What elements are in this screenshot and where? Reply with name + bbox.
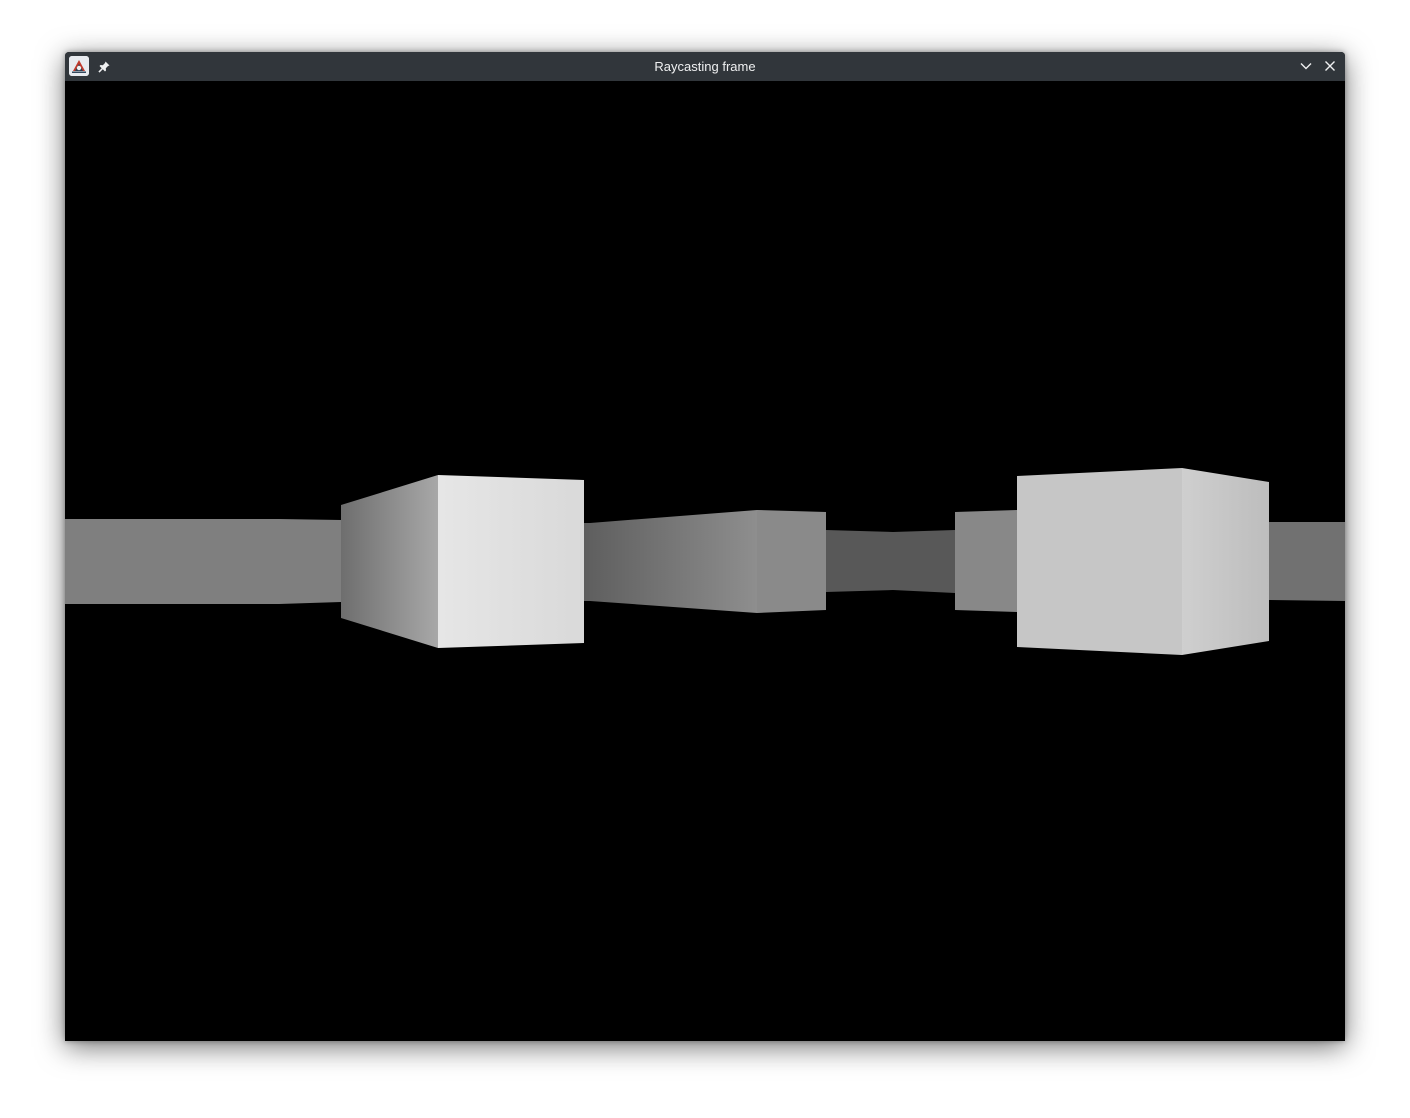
title-bar[interactable]: Raycasting frame [65, 52, 1345, 81]
wall-far-left [65, 519, 341, 604]
java-app-icon[interactable] [69, 56, 89, 76]
wall-corridor-far [826, 530, 955, 593]
wall-right-block-front [1017, 468, 1182, 655]
wall-corridor-left [584, 510, 757, 613]
wall-right-block-side [1182, 468, 1269, 655]
raycasting-canvas[interactable] [65, 81, 1345, 1041]
wall-left-block-side [341, 475, 438, 648]
wall-far-right [1269, 522, 1345, 601]
app-window: Raycasting frame [65, 52, 1345, 1041]
close-icon[interactable] [1322, 58, 1338, 74]
wall-left-block-front [438, 475, 584, 648]
chevron-down-icon[interactable] [1298, 58, 1314, 74]
wall-corridor-right [955, 510, 1017, 612]
window-title: Raycasting frame [654, 59, 756, 74]
pin-icon[interactable] [97, 59, 111, 73]
raycast-scene [65, 81, 1345, 1041]
wall-corridor-mid [757, 510, 826, 613]
